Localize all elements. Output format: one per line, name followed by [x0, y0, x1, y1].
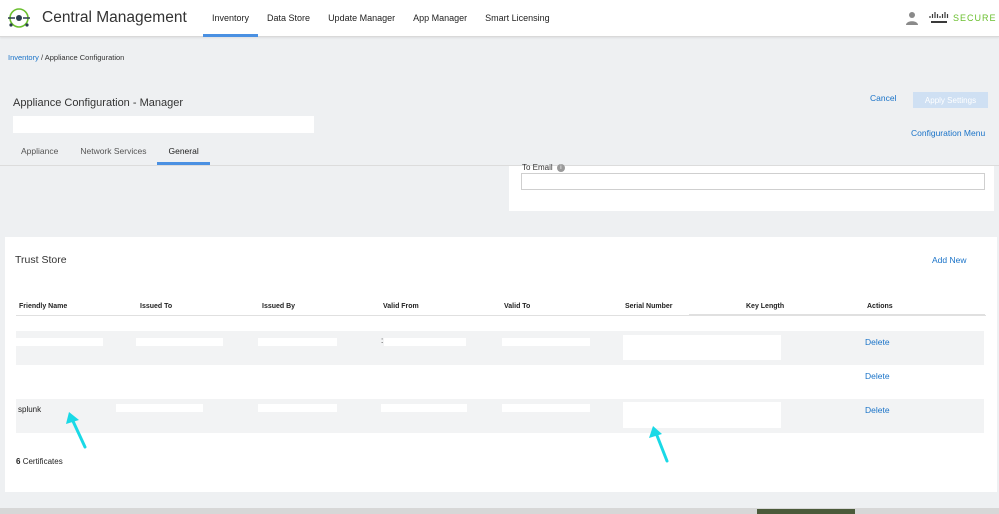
app-logo-icon[interactable] [6, 6, 32, 30]
cancel-button[interactable]: Cancel [870, 93, 896, 103]
cisco-logo-icon [929, 12, 949, 23]
column-header-valid-from[interactable]: Valid From [383, 303, 419, 310]
column-header-friendly-name[interactable]: Friendly Name [19, 303, 67, 310]
friendly-name-cell: splunk [18, 405, 42, 414]
config-tabs: Appliance Network Services General [10, 140, 210, 165]
breadcrumb-current: Appliance Configuration [44, 53, 125, 62]
certificate-count-label: Certificates [22, 457, 63, 466]
column-header-issued-to[interactable]: Issued To [140, 303, 172, 310]
valid-from-fragment: : [381, 336, 384, 345]
tab-appliance[interactable]: Appliance [10, 140, 69, 165]
email-panel: To Email i [509, 163, 994, 211]
tab-general[interactable]: General [157, 140, 210, 165]
delete-link[interactable]: Delete [865, 405, 890, 415]
breadcrumb-separator: / [40, 53, 44, 62]
column-header-actions: Actions [867, 303, 893, 310]
annotation-arrow-icon [66, 412, 87, 449]
redacted-subtitle [13, 116, 314, 133]
annotation-arrow-icon [649, 426, 669, 463]
column-header-valid-to[interactable]: Valid To [504, 303, 530, 310]
delete-link[interactable]: Delete [865, 337, 890, 347]
info-icon[interactable]: i [556, 163, 565, 172]
nav-app-manager[interactable]: App Manager [404, 0, 476, 37]
user-icon[interactable] [905, 11, 919, 25]
trust-store-card: Trust Store Add New Friendly Name Issued… [5, 237, 997, 492]
redacted-cell [381, 404, 467, 412]
column-header-serial-number[interactable]: Serial Number [625, 303, 672, 310]
bottom-thumbnail [757, 509, 855, 514]
certificate-count-number: 6 [16, 457, 21, 466]
redacted-cell [384, 338, 466, 346]
redacted-cell [502, 404, 590, 412]
add-new-button[interactable]: Add New [932, 255, 967, 265]
to-email-label-text: To Email [522, 163, 553, 172]
to-email-input[interactable] [521, 173, 985, 190]
configuration-menu-link[interactable]: Configuration Menu [911, 128, 985, 138]
apply-settings-button[interactable]: Apply Settings [913, 92, 988, 108]
redacted-cell [136, 338, 223, 346]
column-header-issued-by[interactable]: Issued By [262, 303, 295, 310]
to-email-label: To Email i [522, 163, 565, 172]
trust-store-title: Trust Store [15, 254, 67, 266]
nav-data-store[interactable]: Data Store [258, 0, 319, 37]
nav-smart-licensing[interactable]: Smart Licensing [476, 0, 559, 37]
app-title: Central Management [42, 9, 187, 26]
tab-network-services[interactable]: Network Services [69, 140, 157, 165]
redacted-cell [623, 335, 781, 360]
redacted-cell [258, 338, 337, 346]
column-header-key-length[interactable]: Key Length [746, 303, 784, 310]
brand-secure-label: SECURE [953, 13, 997, 23]
table-row: : Delete [16, 331, 984, 365]
certificate-count: 6 Certificates [16, 457, 63, 466]
nav-inventory[interactable]: Inventory [203, 0, 259, 37]
redacted-cell [116, 404, 203, 412]
top-bar: Central Management Inventory Data Store … [0, 0, 999, 37]
redacted-cell [16, 338, 103, 346]
page-title: Appliance Configuration - Manager [13, 97, 183, 109]
redacted-cell [502, 338, 590, 346]
nav-update-manager[interactable]: Update Manager [319, 0, 404, 37]
breadcrumb: Inventory / Appliance Configuration [8, 53, 124, 62]
delete-link[interactable]: Delete [865, 371, 890, 381]
main-nav: Inventory Data Store Update Manager App … [203, 0, 559, 37]
table-header-accent [689, 314, 985, 316]
redacted-cell [258, 404, 337, 412]
breadcrumb-inventory-link[interactable]: Inventory [8, 53, 39, 62]
table-row: Delete [16, 365, 984, 399]
table-row: splunk Delete [16, 399, 984, 433]
